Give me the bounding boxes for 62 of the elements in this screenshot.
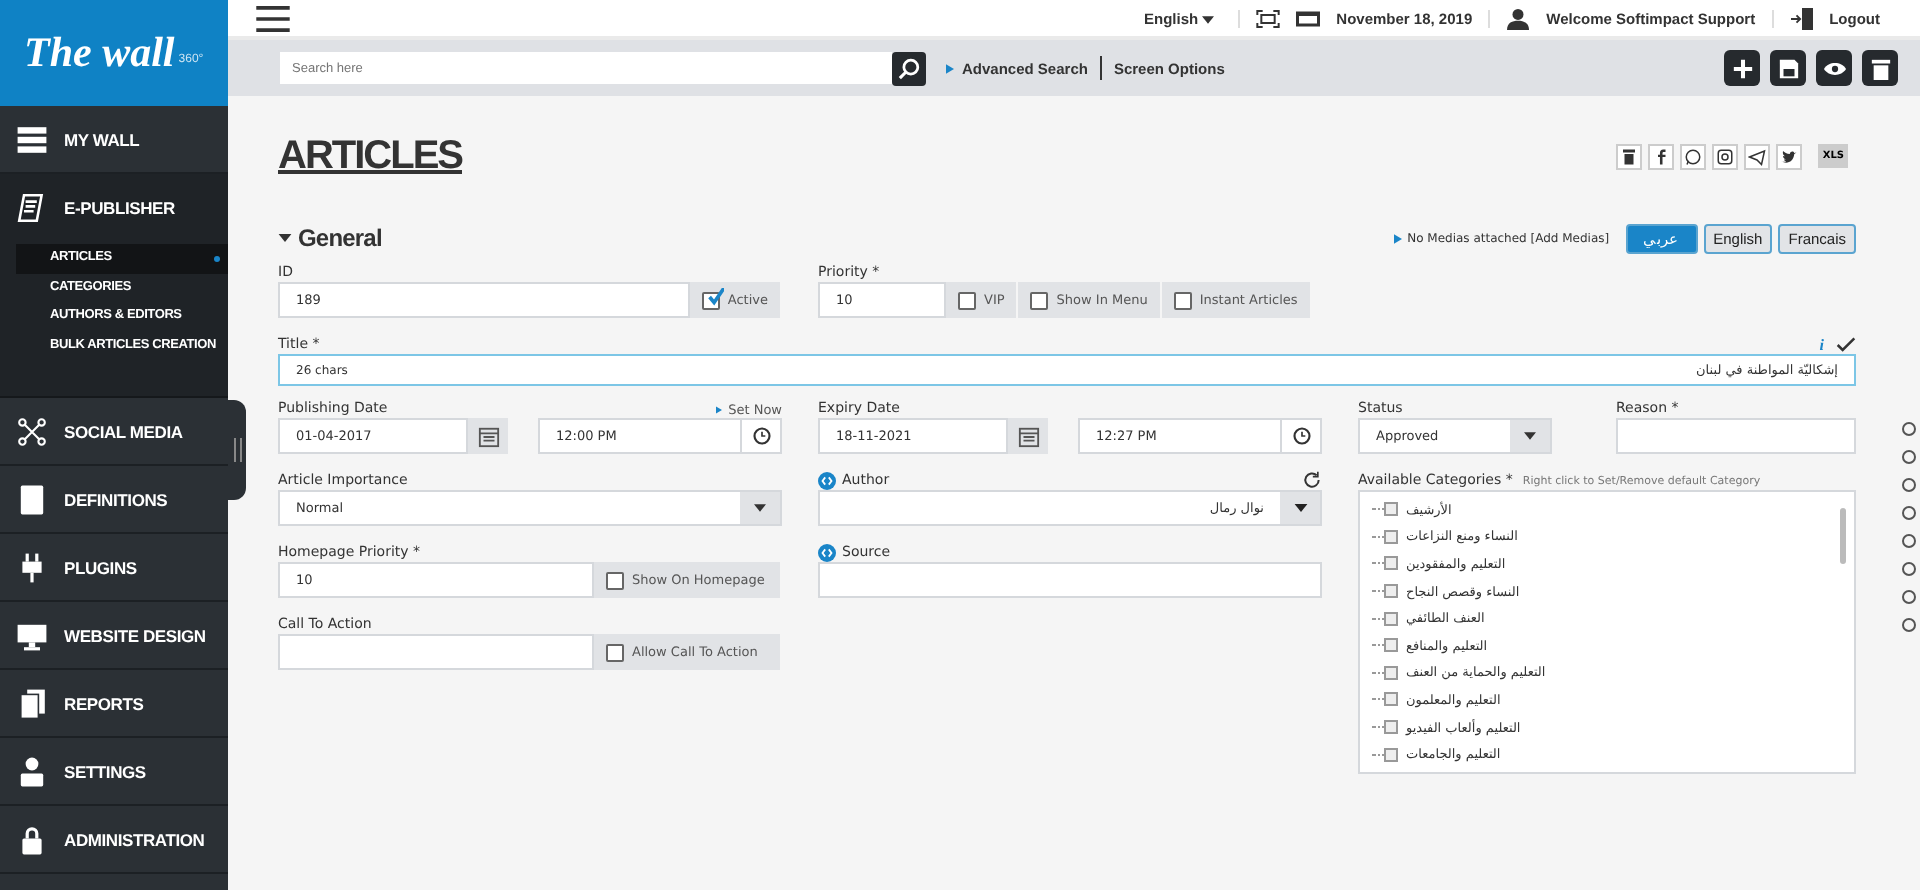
page-nav-dot[interactable] bbox=[1902, 478, 1916, 492]
instagram-icon[interactable] bbox=[1712, 143, 1739, 169]
monitor-icon bbox=[16, 619, 48, 651]
clock-icon[interactable] bbox=[751, 426, 771, 446]
eye-icon bbox=[1823, 57, 1845, 79]
logout-icon[interactable] bbox=[1789, 7, 1814, 29]
caret-icon bbox=[1202, 15, 1215, 23]
page-nav-dot[interactable] bbox=[1902, 562, 1916, 576]
triangle-icon bbox=[946, 63, 954, 73]
page-nav-dot[interactable] bbox=[1902, 422, 1916, 436]
paper-plane-icon[interactable] bbox=[1744, 143, 1771, 169]
add-button[interactable] bbox=[1724, 50, 1760, 86]
page-nav-dot[interactable] bbox=[1902, 590, 1916, 604]
logo-text: The wall bbox=[24, 28, 175, 78]
trash-icon bbox=[1869, 57, 1891, 79]
page-nav-dot[interactable] bbox=[1902, 506, 1916, 520]
twitter-icon[interactable] bbox=[1776, 143, 1803, 169]
triangle-icon bbox=[716, 406, 723, 414]
page-title: ARTICLES bbox=[278, 133, 462, 179]
info-button[interactable]: i bbox=[1819, 336, 1824, 354]
sidebar-item[interactable]: WEBSITE DESIGN bbox=[0, 602, 228, 670]
caret-icon bbox=[1293, 504, 1307, 512]
trash-icon[interactable] bbox=[1616, 143, 1643, 169]
whatsapp-icon[interactable] bbox=[1680, 143, 1707, 169]
sidebar-item[interactable]: REPORTS bbox=[0, 670, 228, 738]
collapse-handle[interactable] bbox=[228, 400, 246, 500]
clock-icon[interactable] bbox=[1291, 426, 1311, 446]
scrollbar-thumb[interactable] bbox=[1840, 508, 1846, 564]
page-nav-dot[interactable] bbox=[1902, 618, 1916, 632]
person-desk-icon bbox=[16, 755, 48, 787]
preview-button[interactable] bbox=[1816, 50, 1852, 86]
facebook-icon[interactable] bbox=[1648, 143, 1675, 169]
menu-icon[interactable] bbox=[256, 5, 290, 31]
caret-icon[interactable] bbox=[278, 234, 292, 242]
page-nav-dot[interactable] bbox=[1902, 450, 1916, 464]
delete-button[interactable] bbox=[1862, 50, 1898, 86]
caret-icon bbox=[754, 504, 766, 512]
sidebar-item[interactable]: PLUGINS bbox=[0, 534, 228, 602]
plug-icon bbox=[16, 551, 48, 583]
network-icon bbox=[16, 415, 48, 447]
user-icon bbox=[1506, 7, 1531, 29]
code-badge-icon bbox=[818, 543, 836, 561]
fullscreen-icon[interactable] bbox=[1256, 7, 1281, 29]
refresh-icon[interactable] bbox=[1302, 470, 1322, 490]
sidebar-item[interactable]: SETTINGS bbox=[0, 738, 228, 806]
plus-icon bbox=[1731, 57, 1753, 79]
reason-field[interactable] bbox=[1616, 418, 1856, 454]
sidebar-item[interactable]: E-PUBLISHER bbox=[0, 174, 228, 240]
caret-icon bbox=[1524, 432, 1536, 440]
triangle-icon bbox=[1393, 233, 1402, 243]
save-button[interactable] bbox=[1770, 50, 1806, 86]
source-field[interactable] bbox=[818, 562, 1322, 598]
search-icon bbox=[898, 57, 920, 79]
section-title[interactable]: General bbox=[298, 224, 382, 252]
sidebar-item[interactable]: DEFINITIONS bbox=[0, 466, 228, 534]
code-badge-icon bbox=[818, 471, 836, 489]
checkmark-icon bbox=[705, 287, 724, 305]
search-button[interactable] bbox=[892, 51, 926, 85]
page-nav-dot[interactable] bbox=[1902, 534, 1916, 548]
padlock-icon bbox=[16, 823, 48, 855]
sidebar-item[interactable]: ADMINISTRATION bbox=[0, 806, 228, 874]
call-to-action-field[interactable] bbox=[278, 634, 594, 670]
